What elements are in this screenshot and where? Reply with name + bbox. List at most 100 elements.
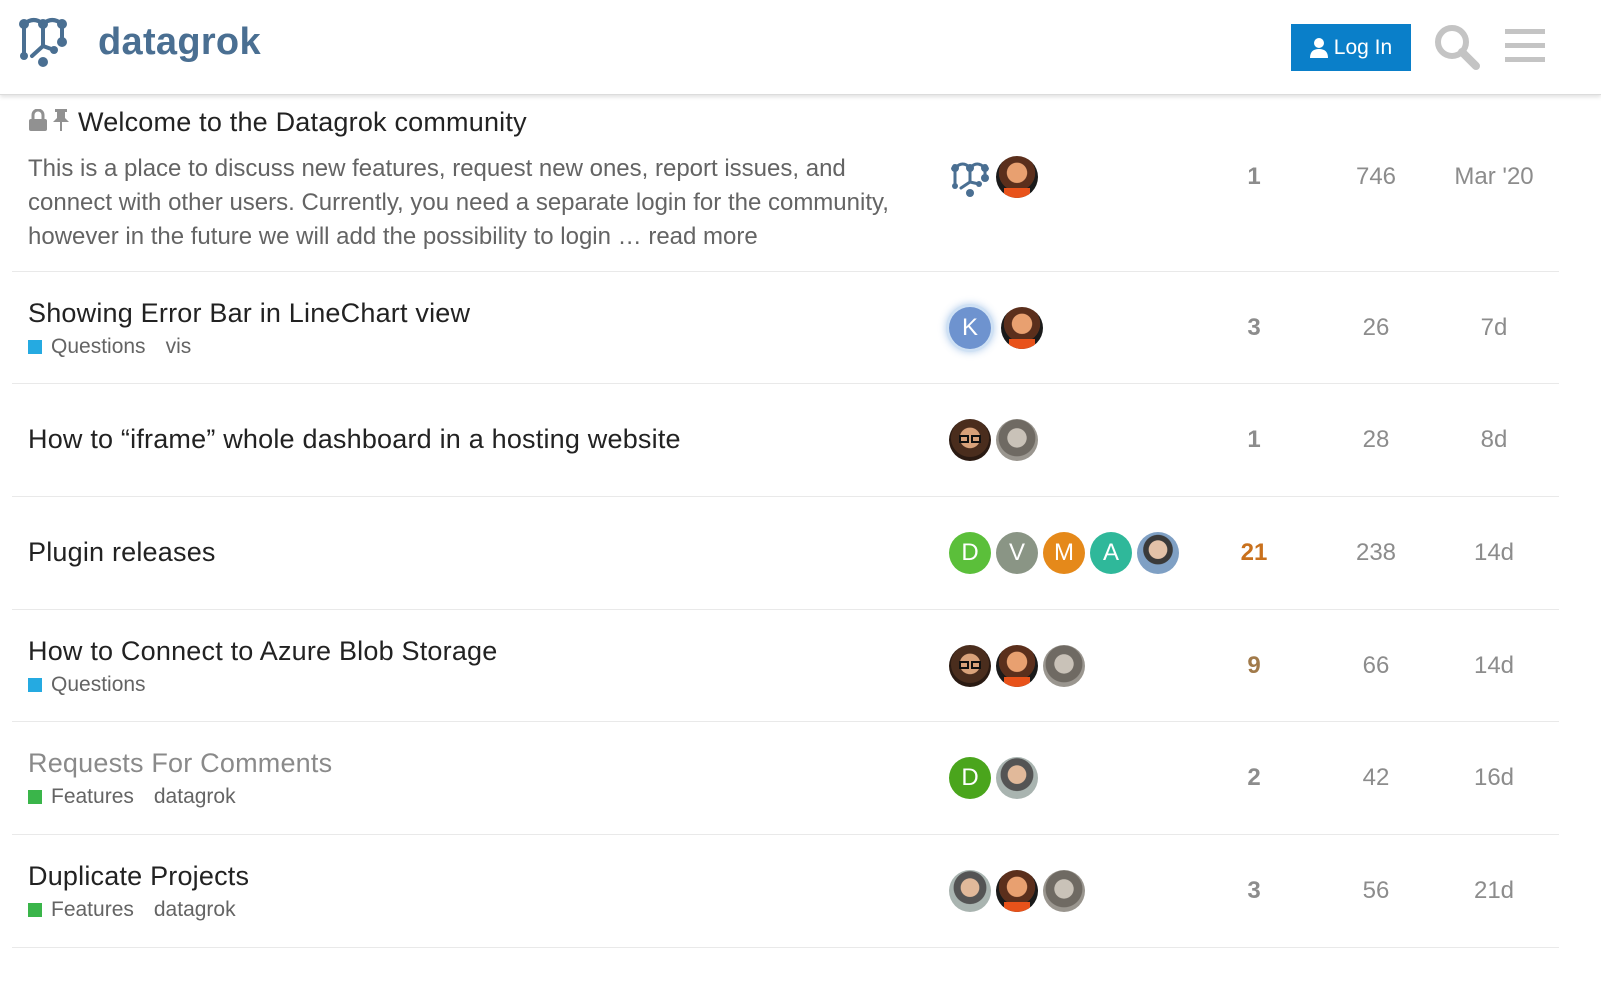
activity-date[interactable]: 7d	[1444, 314, 1544, 342]
topic-posters	[949, 645, 1090, 687]
topic-posters: D	[949, 757, 1043, 799]
avatar[interactable]	[1001, 307, 1043, 349]
avatar[interactable]	[996, 156, 1038, 198]
site-name: datagrok	[98, 20, 261, 63]
avatar[interactable]	[949, 156, 991, 198]
topic-posters: K	[949, 307, 1048, 349]
topic-row[interactable]: Welcome to the Datagrok community This i…	[12, 95, 1559, 272]
avatar[interactable]	[996, 419, 1038, 461]
activity-date[interactable]: 16d	[1444, 764, 1544, 792]
replies-count: 3	[1247, 314, 1261, 341]
replies-count: 1	[1247, 426, 1261, 453]
topic-title: Plugin releases	[28, 537, 216, 567]
topic-excerpt: This is a place to discuss new features,…	[28, 152, 918, 254]
topic-title-link[interactable]: Duplicate Projects	[28, 861, 249, 892]
avatar[interactable]: D	[949, 757, 991, 799]
avatar[interactable]	[996, 757, 1038, 799]
replies-count: 2	[1247, 764, 1261, 791]
views-count: 56	[1362, 877, 1390, 904]
avatar[interactable]	[949, 870, 991, 912]
activity-date[interactable]: 21d	[1444, 877, 1544, 905]
views-count: 26	[1362, 314, 1390, 341]
pin-icon	[52, 107, 70, 138]
topic-row[interactable]: How to “iframe” whole dashboard in a hos…	[12, 384, 1559, 497]
read-more-link[interactable]: read more	[648, 223, 757, 250]
avatar[interactable]	[1137, 532, 1179, 574]
tag-link[interactable]: vis	[166, 335, 192, 359]
login-button[interactable]: Log In	[1291, 24, 1411, 71]
topic-meta: Features datagrok	[28, 898, 928, 922]
activity-date[interactable]: 8d	[1444, 426, 1544, 454]
datagrok-logo-icon	[951, 162, 989, 197]
avatar[interactable]	[949, 419, 991, 461]
topic-title-link[interactable]: How to Connect to Azure Blob Storage	[28, 636, 497, 667]
topic-posters	[949, 156, 1043, 198]
views-count: 66	[1362, 652, 1390, 679]
views-count: 42	[1362, 764, 1390, 791]
topic-title-link[interactable]: Requests For Comments	[28, 748, 332, 779]
activity-date[interactable]: 14d	[1444, 652, 1544, 680]
topic-main: Requests For Comments Features datagrok	[28, 748, 928, 809]
views-count: 746	[1355, 163, 1397, 190]
replies-count: 1	[1247, 163, 1261, 190]
hamburger-menu-icon	[1502, 29, 1548, 70]
datagrok-logo-icon	[18, 16, 68, 68]
category-swatch	[28, 903, 42, 917]
topic-title: How to Connect to Azure Blob Storage	[28, 636, 498, 666]
category-name: Features	[51, 785, 134, 808]
topic-title-link[interactable]: How to “iframe” whole dashboard in a hos…	[28, 424, 681, 455]
category-badge[interactable]: Questions	[28, 335, 146, 359]
avatar[interactable]: V	[996, 532, 1038, 574]
topic-row[interactable]: Plugin releases D V M A 21 238 14d	[12, 497, 1559, 610]
avatar[interactable]: M	[1043, 532, 1085, 574]
topic-title-link[interactable]: Plugin releases	[28, 537, 216, 568]
replies-count: 9	[1247, 652, 1261, 679]
avatar[interactable]	[996, 645, 1038, 687]
category-badge[interactable]: Features	[28, 785, 134, 809]
topic-title: How to “iframe” whole dashboard in a hos…	[28, 424, 681, 454]
topic-title: Showing Error Bar in LineChart view	[28, 298, 471, 328]
views-count: 238	[1355, 539, 1397, 566]
category-badge[interactable]: Questions	[28, 673, 146, 697]
topic-title: Welcome to the Datagrok community	[78, 107, 527, 137]
topic-title: Duplicate Projects	[28, 861, 250, 891]
topic-posters	[949, 419, 1043, 461]
hamburger-menu-button[interactable]	[1502, 26, 1548, 66]
topic-row[interactable]: Duplicate Projects Features datagrok 3 5…	[12, 835, 1559, 948]
topic-posters	[949, 870, 1090, 912]
topic-row[interactable]: Showing Error Bar in LineChart view Ques…	[12, 272, 1559, 384]
avatar[interactable]	[1043, 870, 1085, 912]
activity-date[interactable]: 14d	[1444, 539, 1544, 567]
topic-main: Duplicate Projects Features datagrok	[28, 861, 928, 922]
category-swatch	[28, 678, 42, 692]
user-icon	[1309, 37, 1328, 58]
topic-posters: D V M A	[949, 532, 1184, 574]
topic-main: Showing Error Bar in LineChart view Ques…	[28, 298, 928, 359]
tag-link[interactable]: datagrok	[154, 785, 236, 809]
avatar[interactable]: D	[949, 532, 991, 574]
topic-meta: Features datagrok	[28, 785, 928, 809]
search-button[interactable]	[1433, 23, 1481, 71]
avatar[interactable]	[949, 645, 991, 687]
home-logo-link[interactable]: datagrok	[18, 16, 261, 68]
category-name: Questions	[51, 673, 146, 696]
topic-title-link[interactable]: Showing Error Bar in LineChart view	[28, 298, 470, 329]
topic-main: How to Connect to Azure Blob Storage Que…	[28, 636, 928, 697]
avatar[interactable]: K	[949, 307, 991, 349]
topic-row[interactable]: How to Connect to Azure Blob Storage Que…	[12, 610, 1559, 722]
avatar[interactable]: A	[1090, 532, 1132, 574]
topic-list: Welcome to the Datagrok community This i…	[12, 95, 1559, 948]
avatar[interactable]	[996, 870, 1038, 912]
topic-meta: Questions	[28, 673, 928, 697]
tag-link[interactable]: datagrok	[154, 898, 236, 922]
avatar[interactable]	[1043, 645, 1085, 687]
category-badge[interactable]: Features	[28, 898, 134, 922]
topic-status-icons	[28, 107, 70, 138]
topic-main: How to “iframe” whole dashboard in a hos…	[28, 424, 928, 455]
lock-icon	[28, 107, 48, 138]
topic-title-link[interactable]: Welcome to the Datagrok community	[28, 107, 527, 138]
site-header: datagrok Log In	[0, 0, 1601, 95]
topic-row[interactable]: Requests For Comments Features datagrok …	[12, 722, 1559, 835]
category-swatch	[28, 790, 42, 804]
activity-date[interactable]: Mar '20	[1444, 163, 1544, 191]
